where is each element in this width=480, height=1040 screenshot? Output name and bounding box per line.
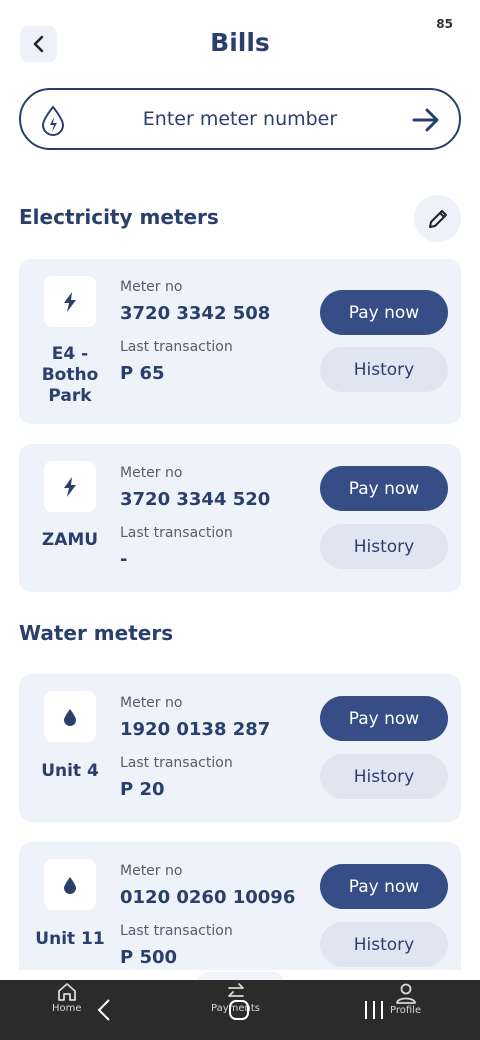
last-transaction-value: P 65: [120, 363, 165, 384]
meter-name: Unit 4: [41, 761, 99, 781]
lightning-icon: [64, 291, 76, 312]
last-transaction-label: Last transaction: [120, 923, 233, 939]
lightning-icon: [64, 476, 76, 497]
history-button[interactable]: History: [320, 754, 448, 799]
system-back-icon[interactable]: [96, 998, 112, 1022]
water-drop-icon: [64, 708, 76, 726]
page-title: Bills: [210, 28, 270, 57]
meter-search-input[interactable]: Enter meter number: [19, 88, 461, 150]
meter-icon-box: [44, 859, 96, 910]
history-button[interactable]: History: [320, 347, 448, 392]
nav-profile-label: Profile: [390, 1005, 422, 1016]
water-section-title: Water meters: [19, 621, 174, 645]
water-bolt-icon: [41, 105, 65, 136]
meter-name: Unit 11: [35, 929, 105, 949]
meter-card: Unit 4 Meter no 1920 0138 287 Last trans…: [19, 674, 461, 822]
pay-now-button[interactable]: Pay now: [320, 466, 448, 511]
meter-card: ZAMU Meter no 3720 3344 520 Last transac…: [19, 444, 461, 592]
system-recents-icon[interactable]: [362, 998, 386, 1022]
meter-no-value: 1920 0138 287: [120, 719, 271, 740]
history-button[interactable]: History: [320, 524, 448, 569]
meter-icon-box: [44, 461, 96, 512]
meter-icon-box: [44, 276, 96, 327]
pay-now-button[interactable]: Pay now: [320, 864, 448, 909]
last-transaction-label: Last transaction: [120, 339, 233, 355]
meter-no-label: Meter no: [120, 863, 183, 879]
pencil-icon: [428, 209, 447, 228]
header: Bills: [0, 26, 480, 66]
meter-no-label: Meter no: [120, 279, 183, 295]
last-transaction-value: -: [120, 549, 128, 570]
pay-now-button[interactable]: Pay now: [320, 290, 448, 335]
nav-home-label: Home: [52, 1003, 82, 1014]
last-transaction-label: Last transaction: [120, 755, 233, 771]
history-button[interactable]: History: [320, 922, 448, 967]
pay-now-button[interactable]: Pay now: [320, 696, 448, 741]
meter-card: E4 - Botho Park Meter no 3720 3342 508 L…: [19, 259, 461, 424]
meter-no-label: Meter no: [120, 695, 183, 711]
home-icon: [57, 983, 76, 1001]
meter-card: Unit 11 Meter no 0120 0260 10096 Last tr…: [19, 842, 461, 970]
last-transaction-value: P 20: [120, 779, 165, 800]
last-transaction-value: P 500: [120, 947, 178, 968]
nav-home[interactable]: Home: [52, 982, 82, 1014]
search-placeholder: Enter meter number: [142, 108, 338, 130]
meter-no-label: Meter no: [120, 465, 183, 481]
system-home-icon[interactable]: [228, 998, 250, 1022]
meter-no-value: 0120 0260 10096: [120, 887, 296, 908]
edit-button[interactable]: [414, 195, 461, 242]
bottom-navigation: Home Payments Profile: [0, 980, 480, 1040]
electricity-section-title: Electricity meters: [19, 205, 219, 229]
last-transaction-label: Last transaction: [120, 525, 233, 541]
water-drop-icon: [64, 876, 76, 894]
arrow-right-icon[interactable]: [411, 106, 441, 134]
nav-profile[interactable]: Profile: [390, 982, 421, 1016]
person-icon: [395, 983, 416, 1004]
meter-no-value: 3720 3344 520: [120, 489, 271, 510]
meter-icon-box: [44, 691, 96, 742]
meter-name: E4 - Botho Park: [41, 344, 99, 406]
meter-name: ZAMU: [41, 530, 99, 550]
meter-no-value: 3720 3342 508: [120, 303, 271, 324]
